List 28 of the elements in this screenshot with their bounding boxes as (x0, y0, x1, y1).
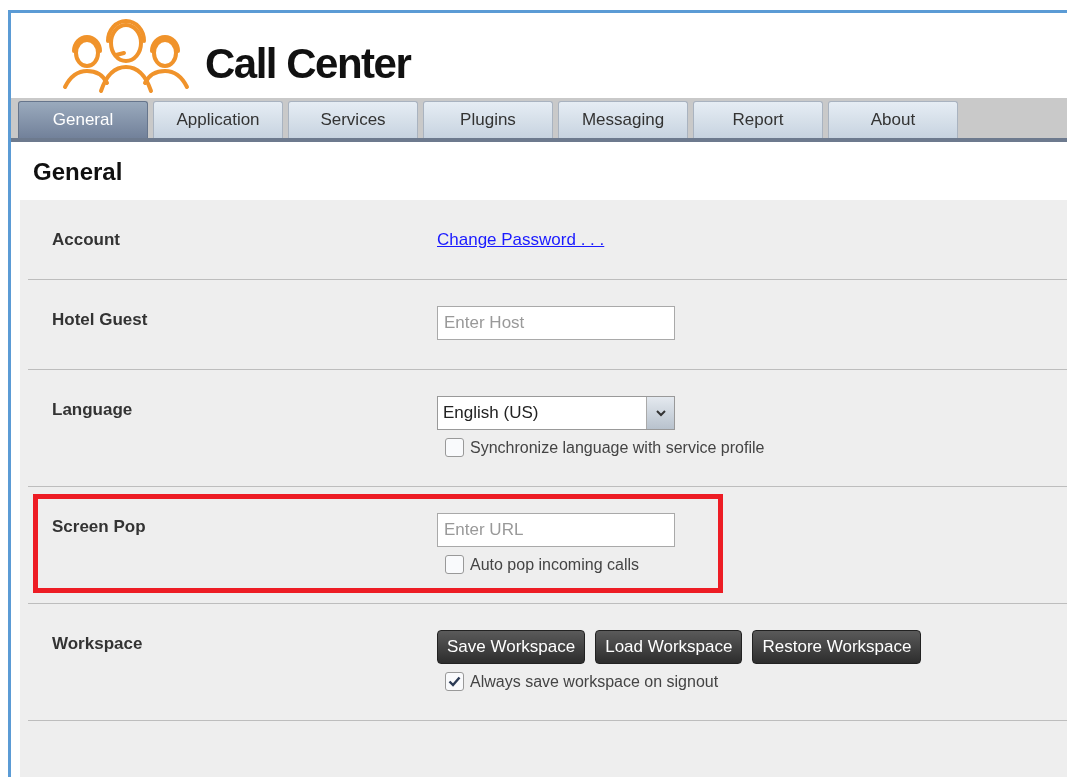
check-icon (448, 676, 461, 687)
checkbox-label: Auto pop incoming calls (470, 555, 639, 574)
checkbox[interactable] (445, 672, 464, 691)
checkbox[interactable] (445, 555, 464, 574)
input-field[interactable]: Enter Host (437, 306, 675, 340)
setting-label: Hotel Guest (52, 309, 149, 331)
tab[interactable]: Application (153, 101, 283, 138)
page-heading: General (32, 157, 124, 187)
workspace-button[interactable]: Restore Workspace (752, 630, 922, 664)
tab[interactable]: Report (693, 101, 823, 138)
checkbox[interactable] (445, 438, 464, 457)
language-dropdown[interactable]: English (US) (437, 396, 675, 430)
tab[interactable]: Plugins (423, 101, 553, 138)
change-password-link[interactable]: Change Password . . . (437, 226, 605, 250)
workspace-button[interactable]: Save Workspace (437, 630, 586, 664)
input-field[interactable]: Enter URL (437, 513, 675, 547)
tab[interactable]: About (828, 101, 958, 138)
workspace-button[interactable]: Load Workspace (595, 630, 743, 664)
tab[interactable]: Messaging (558, 101, 688, 138)
app-title: Call Center (205, 39, 411, 88)
setting-label: Screen Pop (52, 516, 147, 538)
tab[interactable]: Services (288, 101, 418, 138)
setting-label: Account (52, 229, 121, 250)
setting-label: Workspace (52, 633, 144, 655)
checkbox-label: Synchronize language with service profile (470, 438, 765, 457)
caret-icon (655, 409, 666, 417)
checkbox-label: Always save workspace on signout (470, 672, 719, 691)
setting-label: Language (52, 399, 134, 421)
